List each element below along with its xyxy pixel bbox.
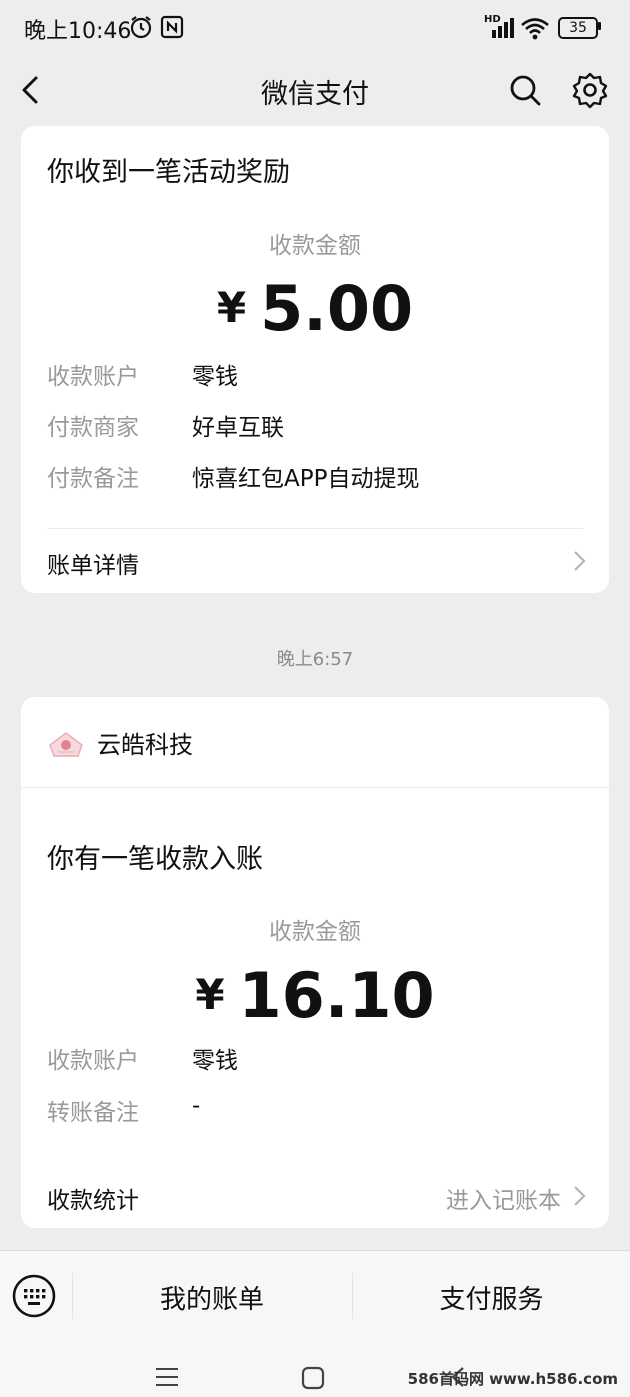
row-key: 收款账户	[47, 1048, 139, 1074]
card-title: 你有一笔收款入账	[47, 844, 263, 875]
nfc-icon	[160, 15, 184, 39]
signal-icon	[492, 18, 514, 38]
receipt-stats-label: 收款统计	[47, 1188, 139, 1214]
amount-label: 收款金额	[269, 919, 361, 945]
wifi-icon	[521, 18, 549, 40]
divider	[47, 528, 583, 529]
row-key: 转账备注	[47, 1100, 139, 1126]
info-row: 付款商家 好卓互联	[47, 408, 587, 441]
row-key: 付款商家	[47, 415, 139, 441]
search-icon[interactable]	[505, 70, 545, 110]
menu-icon[interactable]	[155, 1366, 179, 1388]
currency-symbol: ¥	[195, 970, 225, 1019]
row-value: -	[192, 1093, 201, 1119]
reward-card: 你收到一笔活动奖励 收款金额 ¥5.00 收款账户 零钱 付款商家 好卓互联 付…	[21, 126, 609, 593]
watermark: 586首码网 www.h586.com	[407, 1370, 618, 1388]
battery-tip	[598, 22, 601, 30]
chevron-right-icon	[574, 551, 586, 571]
row-value: 零钱	[192, 364, 238, 390]
amount-value: ¥5.00	[21, 272, 609, 345]
ledger-link-label: 进入记账本	[446, 1188, 561, 1214]
info-row: 收款账户 零钱	[47, 357, 587, 390]
amount-number: 5.00	[260, 272, 414, 345]
info-row: 转账备注 -	[47, 1093, 587, 1126]
row-key: 付款备注	[47, 466, 139, 492]
battery-level: 35	[569, 20, 587, 36]
merchant-logo-icon	[49, 732, 83, 757]
payment-card: 云皓科技 你有一笔收款入账 收款金额 ¥16.10 收款账户 零钱 转账备注 -…	[21, 697, 609, 1228]
currency-symbol: ¥	[216, 283, 247, 332]
status-bar: 晚上10:46 HD 35	[0, 0, 630, 58]
row-value: 惊喜红包APP自动提现	[192, 466, 420, 492]
card-title: 你收到一笔活动奖励	[47, 157, 290, 188]
my-bills-menu[interactable]: 我的账单	[72, 1279, 352, 1316]
bill-detail-label: 账单详情	[47, 553, 139, 579]
merchant-header[interactable]: 云皓科技	[21, 697, 609, 788]
payment-services-menu[interactable]: 支付服务	[353, 1279, 630, 1316]
merchant-name: 云皓科技	[97, 731, 193, 759]
status-time: 晚上10:46	[24, 19, 132, 44]
home-icon[interactable]	[301, 1366, 325, 1390]
row-value: 好卓互联	[192, 415, 284, 441]
receipt-stats-link[interactable]: 收款统计 进入记账本	[47, 1175, 587, 1215]
amount-value: ¥16.10	[21, 959, 609, 1032]
settings-icon[interactable]	[570, 70, 610, 110]
keyboard-icon[interactable]	[12, 1274, 56, 1318]
battery-icon: 35	[558, 17, 598, 39]
row-key: 收款账户	[47, 364, 139, 390]
nav-bar: 微信支付	[0, 58, 630, 124]
info-row: 付款备注 惊喜红包APP自动提现	[47, 459, 587, 492]
alarm-icon	[130, 16, 152, 39]
bill-detail-link[interactable]: 账单详情	[47, 540, 587, 580]
bottom-menu-bar: 我的账单 支付服务	[0, 1250, 630, 1341]
info-row: 收款账户 零钱	[47, 1041, 587, 1074]
chevron-right-icon	[574, 1186, 586, 1206]
timestamp: 晚上6:57	[276, 649, 354, 670]
row-value: 零钱	[192, 1048, 238, 1074]
amount-number: 16.10	[238, 959, 435, 1032]
amount-label: 收款金额	[269, 233, 361, 259]
